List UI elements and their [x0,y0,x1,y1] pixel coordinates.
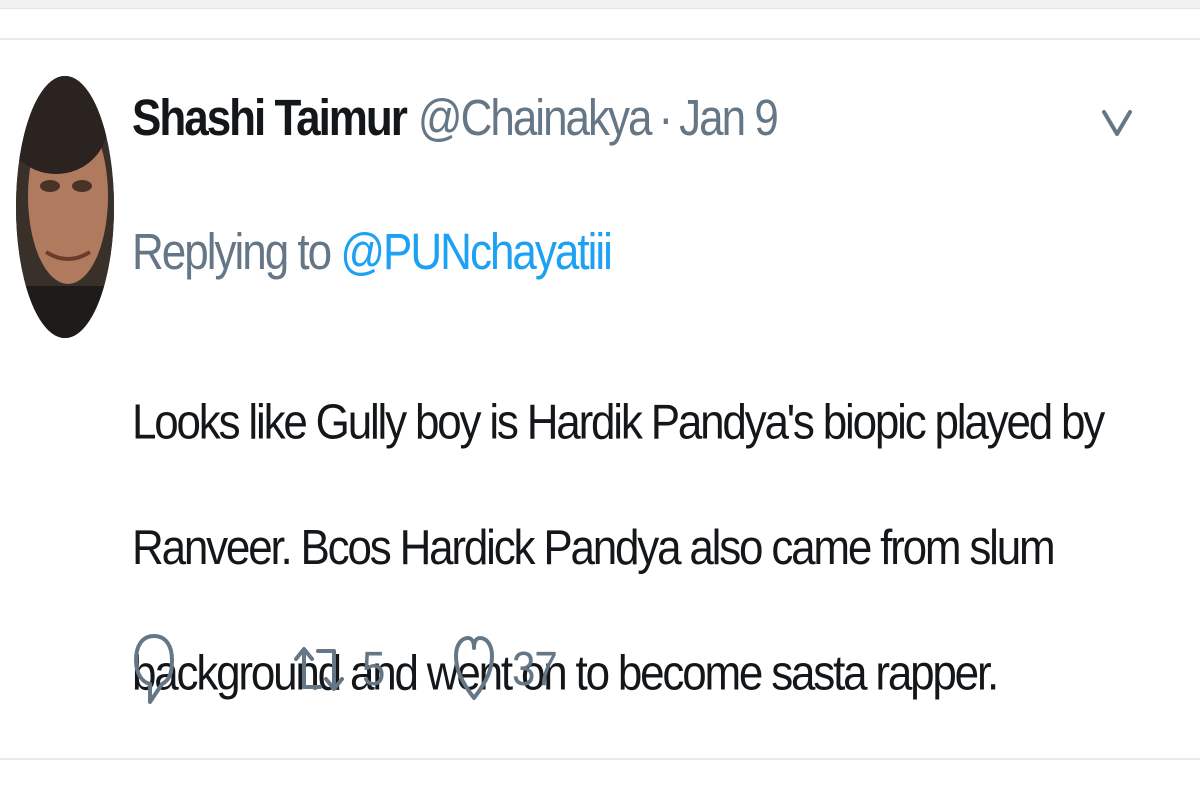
bottom-divider [0,758,1200,802]
top-divider [0,0,1200,9]
author-handle[interactable]: @Chainakya [418,90,653,148]
speech-bubble-icon [134,634,174,704]
separator-dot: · [658,90,674,147]
retweet-count: 5 [362,641,385,696]
like-button[interactable]: 37 [454,624,558,714]
avatar-photo [16,76,114,338]
reply-button[interactable] [132,624,176,714]
author-name[interactable]: Shashi Taimur [132,90,408,148]
tweet-card[interactable]: Shashi Taimur @Chainakya · Jan 9 Replyin… [0,38,1200,760]
retweet-arrows-icon [294,647,344,691]
retweet-button[interactable]: 5 [294,624,385,714]
replying-to-line: Replying to @PUNchayatiii [132,224,613,282]
replying-to-link[interactable]: @PUNchayatiii [340,224,613,280]
tweet-text: Looks like Gully boy is Hardik Pandya's … [132,394,1105,701]
replying-to-label: Replying to [132,224,332,281]
chevron-down-icon[interactable] [1100,102,1134,142]
heart-outline-icon [454,636,494,700]
avatar[interactable] [16,76,114,338]
like-count: 37 [512,641,558,696]
tweet-header: Shashi Taimur @Chainakya · Jan 9 [132,90,779,159]
tweet-date[interactable]: Jan 9 [679,90,779,148]
